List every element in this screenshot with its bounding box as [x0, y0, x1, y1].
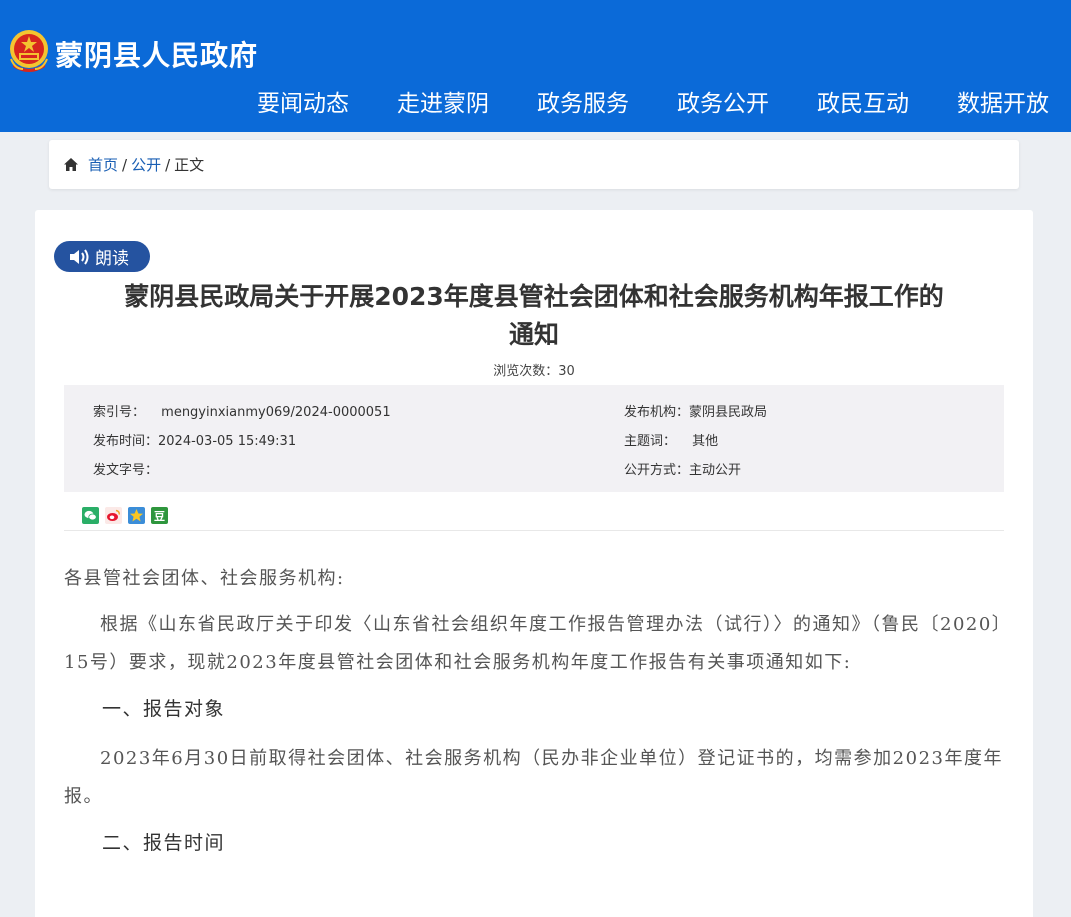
document-title: 蒙阴县民政局关于开展2023年度县管社会团体和社会服务机构年报工作的 通知 [95, 278, 973, 354]
meta-topic-label: 主题词： [624, 434, 677, 449]
breadcrumb-section-link[interactable]: 公开 [131, 154, 161, 175]
douban-glyph: 豆 [154, 510, 165, 523]
meta-index-value: mengyinxianmy069/2024-0000051 [161, 405, 391, 420]
nav-item-open-data[interactable]: 数据开放 [957, 84, 1049, 118]
nav-item-disclosure[interactable]: 政务公开 [677, 84, 769, 118]
meta-date-value: 2024-03-05 15:49:31 [158, 434, 297, 449]
meta-topic: 主题词： 其他 [624, 430, 718, 449]
meta-disclosure-value: 主动公开 [689, 463, 742, 478]
document-metadata: 索引号： mengyinxianmy069/2024-0000051 发布机构：… [64, 385, 1004, 492]
nav-item-news[interactable]: 要闻动态 [257, 84, 349, 118]
meta-topic-value: 其他 [692, 434, 719, 449]
qzone-icon[interactable] [128, 507, 145, 524]
meta-index-label: 索引号： [93, 405, 146, 420]
read-aloud-label: 朗读 [95, 249, 129, 269]
meta-docno: 发文字号： [93, 459, 158, 478]
article-paragraph: 2023年6月30日前取得社会团体、社会服务机构（民办非企业单位）登记证书的，均… [64, 748, 1003, 807]
breadcrumb-home-link[interactable]: 首页 [88, 154, 118, 175]
site-header: 蒙阴县人民政府 要闻动态 走进蒙阴 政务服务 政务公开 政民互动 数据开放 [0, 0, 1071, 132]
meta-index: 索引号： mengyinxianmy069/2024-0000051 [93, 401, 391, 420]
site-title[interactable]: 蒙阴县人民政府 [55, 34, 258, 74]
article-salutation: 各县管社会团体、社会服务机构: [64, 568, 345, 589]
document-title-line: 通知 [508, 320, 559, 349]
meta-date: 发布时间：2024-03-05 15:49:31 [93, 430, 296, 449]
breadcrumb-bar: 首页 / 公开 / 正文 [49, 140, 1019, 189]
view-count-value: 30 [558, 364, 575, 379]
meta-publisher-value: 蒙阴县民政局 [689, 405, 768, 420]
article-section-heading: 一、报告对象 [102, 698, 226, 720]
meta-docno-label: 发文字号： [93, 463, 159, 478]
meta-disclosure: 公开方式：主动公开 [624, 459, 741, 478]
meta-disclosure-label: 公开方式： [624, 463, 690, 478]
meta-publisher: 发布机构：蒙阴县民政局 [624, 401, 767, 420]
divider [64, 530, 1004, 531]
article-section-heading: 二、报告时间 [102, 832, 226, 854]
share-bar: 豆 [82, 507, 174, 524]
article-card: 朗读 蒙阴县民政局关于开展2023年度县管社会团体和社会服务机构年报工作的 通知… [35, 210, 1033, 917]
main-nav: 要闻动态 走进蒙阴 政务服务 政务公开 政民互动 数据开放 [209, 84, 1049, 118]
meta-date-label: 发布时间： [93, 434, 159, 449]
article-paragraph: 根据《山东省民政厅关于印发〈山东省社会组织年度工作报告管理办法（试行）〉的通知》… [64, 614, 1003, 673]
home-icon [64, 157, 78, 171]
breadcrumb-current: 正文 [174, 156, 205, 174]
document-title-line: 蒙阴县民政局关于开展2023年度县管社会团体和社会服务机构年报工作的 [124, 282, 944, 311]
nav-item-about[interactable]: 走进蒙阴 [397, 84, 489, 118]
weibo-icon[interactable] [105, 507, 122, 524]
breadcrumb-separator: / [122, 155, 128, 174]
speaker-icon [70, 248, 89, 265]
nav-item-interaction[interactable]: 政民互动 [817, 84, 909, 118]
nav-item-services[interactable]: 政务服务 [537, 84, 629, 118]
meta-publisher-label: 发布机构： [624, 405, 690, 420]
breadcrumb: 首页 / 公开 / 正文 [63, 154, 204, 175]
article-body: 各县管社会团体、社会服务机构: 根据《山东省民政厅关于印发〈山东省社会组织年度工… [64, 560, 1004, 874]
breadcrumb-separator: / [165, 155, 171, 174]
read-aloud-button[interactable]: 朗读 [54, 241, 150, 272]
view-count: 浏览次数：30 [35, 360, 1033, 379]
view-count-label: 浏览次数： [493, 364, 559, 379]
wechat-icon[interactable] [82, 507, 99, 524]
national-emblem-icon [10, 30, 48, 72]
douban-icon[interactable]: 豆 [151, 507, 168, 524]
